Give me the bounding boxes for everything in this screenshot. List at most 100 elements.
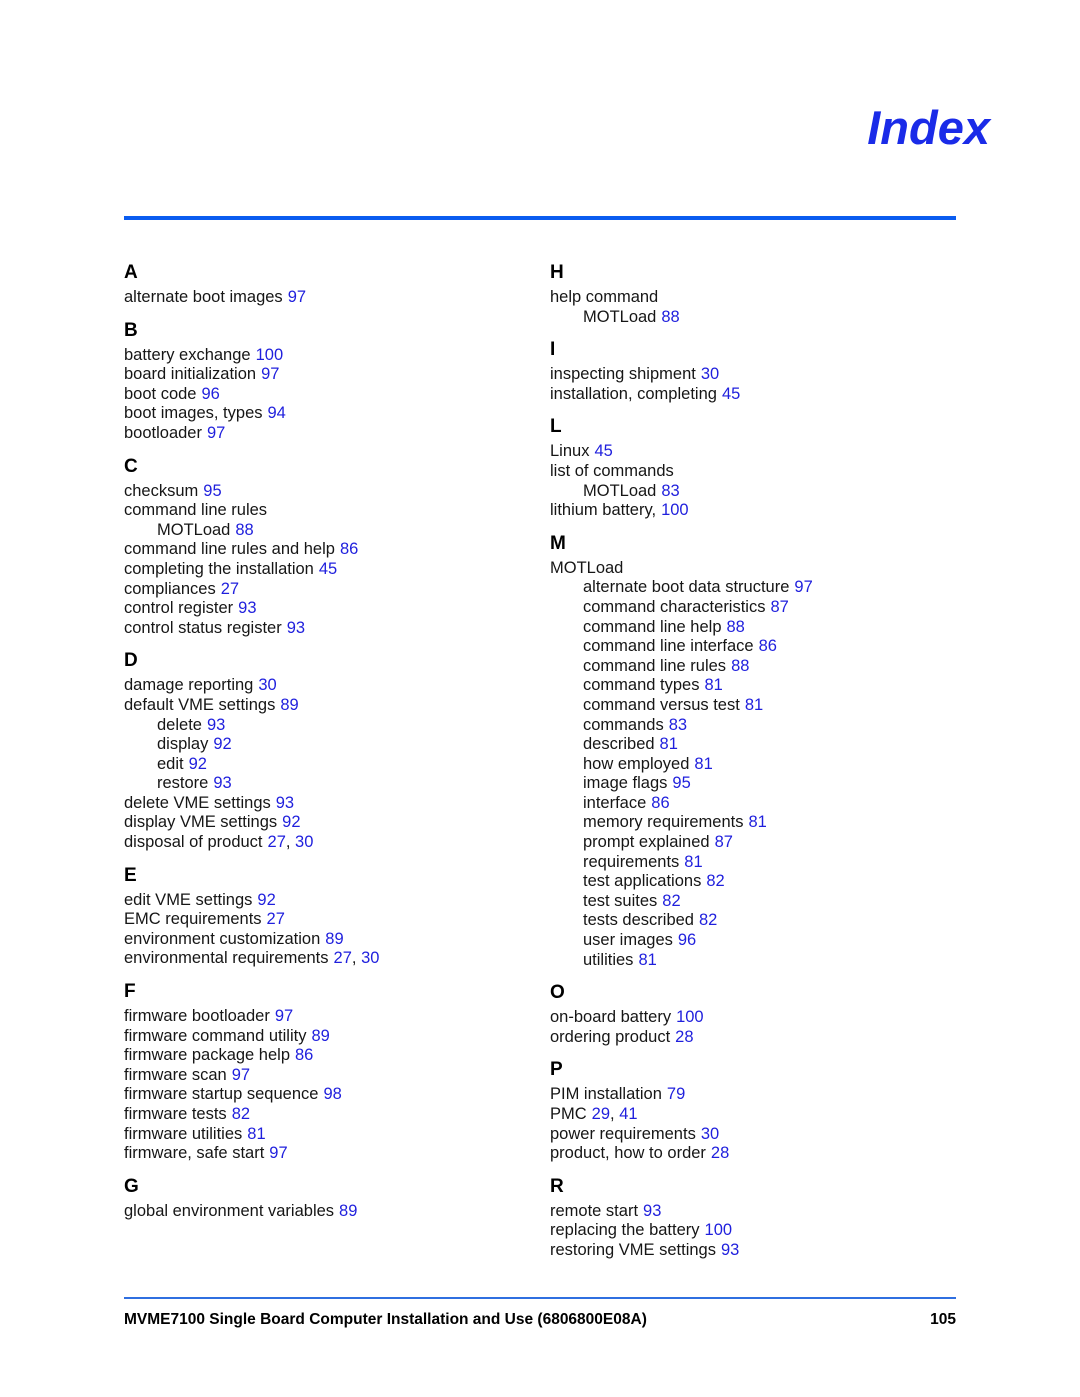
index-entry-pages[interactable]: 100 [676,1008,704,1026]
index-entry[interactable]: command line rules and help 86 [124,540,524,560]
index-entry[interactable]: installation, completing 45 [550,385,950,405]
index-entry-pages[interactable]: 95 [203,482,221,500]
index-entry-pages[interactable]: 29, 41 [592,1105,638,1123]
index-entry-pages[interactable]: 81 [694,755,712,773]
index-subentry[interactable]: display 92 [124,735,524,755]
index-entry-pages[interactable]: 81 [660,735,678,753]
index-subentry[interactable]: commands 83 [550,716,950,736]
index-entry-pages[interactable]: 87 [715,833,733,851]
index-entry-pages[interactable]: 93 [287,619,305,637]
index-entry-pages[interactable]: 96 [201,385,219,403]
index-entry-pages[interactable]: 27, 30 [268,833,314,851]
index-entry[interactable]: completing the installation 45 [124,560,524,580]
index-entry[interactable]: PMC 29, 41 [550,1105,950,1125]
index-entry-pages[interactable]: 89 [311,1027,329,1045]
index-entry-pages[interactable]: 86 [295,1046,313,1064]
index-entry-pages[interactable]: 30 [258,676,276,694]
index-entry[interactable]: replacing the battery 100 [550,1221,950,1241]
index-entry-pages[interactable]: 28 [675,1028,693,1046]
index-subentry[interactable]: image flags 95 [550,774,950,794]
index-entry-pages[interactable]: 97 [275,1007,293,1025]
index-subentry[interactable]: MOTLoad 88 [124,521,524,541]
index-entry-pages[interactable]: 89 [325,930,343,948]
index-entry-pages[interactable]: 27 [221,580,239,598]
index-entry-pages[interactable]: 27, 30 [334,949,380,967]
index-entry[interactable]: disposal of product 27, 30 [124,833,524,853]
index-entry[interactable]: firmware package help 86 [124,1046,524,1066]
index-entry[interactable]: compliances 27 [124,580,524,600]
index-subentry[interactable]: restore 93 [124,774,524,794]
index-entry[interactable]: firmware utilities 81 [124,1125,524,1145]
index-subentry[interactable]: command line rules 88 [550,657,950,677]
index-entry[interactable]: remote start 93 [550,1202,950,1222]
index-entry-pages[interactable]: 86 [340,540,358,558]
index-subentry[interactable]: requirements 81 [550,853,950,873]
index-entry-pages[interactable]: 82 [706,872,724,890]
index-entry[interactable]: board initialization 97 [124,365,524,385]
index-entry-pages[interactable]: 94 [268,404,286,422]
index-entry[interactable]: firmware bootloader 97 [124,1007,524,1027]
index-entry-pages[interactable]: 92 [282,813,300,831]
index-subentry[interactable]: alternate boot data structure 97 [550,578,950,598]
index-entry-pages[interactable]: 30 [701,1125,719,1143]
index-entry-pages[interactable]: 92 [213,735,231,753]
index-entry-pages[interactable]: 28 [711,1144,729,1162]
index-subentry[interactable]: utilities 81 [550,951,950,971]
index-entry[interactable]: help command [550,288,950,308]
index-subentry[interactable]: command types 81 [550,676,950,696]
index-entry-pages[interactable]: 97 [207,424,225,442]
index-entry-pages[interactable]: 82 [662,892,680,910]
index-entry[interactable]: checksum 95 [124,482,524,502]
index-entry-pages[interactable]: 97 [261,365,279,383]
index-entry[interactable]: restoring VME settings 93 [550,1241,950,1261]
index-subentry[interactable]: MOTLoad 83 [550,482,950,502]
index-entry[interactable]: environmental requirements 27, 30 [124,949,524,969]
index-entry-pages[interactable]: 79 [667,1085,685,1103]
index-entry-pages[interactable]: 97 [794,578,812,596]
index-entry[interactable]: battery exchange 100 [124,346,524,366]
index-entry-pages[interactable]: 88 [235,521,253,539]
index-entry-pages[interactable]: 86 [759,637,777,655]
index-entry-pages[interactable]: 100 [256,346,284,364]
index-entry-pages[interactable]: 95 [672,774,690,792]
index-subentry[interactable]: MOTLoad 88 [550,308,950,328]
index-entry-pages[interactable]: 100 [705,1221,733,1239]
index-entry-pages[interactable]: 96 [678,931,696,949]
index-entry[interactable]: display VME settings 92 [124,813,524,833]
index-entry[interactable]: firmware scan 97 [124,1066,524,1086]
index-entry-pages[interactable]: 93 [643,1202,661,1220]
index-entry[interactable]: firmware command utility 89 [124,1027,524,1047]
index-entry-pages[interactable]: 81 [638,951,656,969]
index-entry[interactable]: global environment variables 89 [124,1202,524,1222]
index-entry-pages[interactable]: 98 [323,1085,341,1103]
index-entry-pages[interactable]: 82 [232,1105,250,1123]
index-subentry[interactable]: memory requirements 81 [550,813,950,833]
index-subentry[interactable]: tests described 82 [550,911,950,931]
index-entry[interactable]: on-board battery 100 [550,1008,950,1028]
index-subentry[interactable]: how employed 81 [550,755,950,775]
index-entry[interactable]: firmware startup sequence 98 [124,1085,524,1105]
index-entry[interactable]: environment customization 89 [124,930,524,950]
index-entry-pages[interactable]: 81 [745,696,763,714]
index-entry[interactable]: bootloader 97 [124,424,524,444]
index-entry[interactable]: MOTLoad [550,559,950,579]
index-entry-pages[interactable]: 27 [267,910,285,928]
index-entry[interactable]: power requirements 30 [550,1125,950,1145]
index-subentry[interactable]: command line help 88 [550,618,950,638]
index-entry-pages[interactable]: 88 [661,308,679,326]
index-entry-pages[interactable]: 87 [770,598,788,616]
index-entry[interactable]: list of commands [550,462,950,482]
index-entry[interactable]: control register 93 [124,599,524,619]
index-subentry[interactable]: test applications 82 [550,872,950,892]
index-entry[interactable]: control status register 93 [124,619,524,639]
index-entry-pages[interactable]: 93 [238,599,256,617]
index-entry[interactable]: Linux 45 [550,442,950,462]
index-entry-pages[interactable]: 93 [721,1241,739,1259]
index-entry-pages[interactable]: 93 [213,774,231,792]
index-entry-pages[interactable]: 83 [661,482,679,500]
index-entry[interactable]: product, how to order 28 [550,1144,950,1164]
index-subentry[interactable]: delete 93 [124,716,524,736]
index-entry[interactable]: edit VME settings 92 [124,891,524,911]
index-subentry[interactable]: test suites 82 [550,892,950,912]
index-entry[interactable]: PIM installation 79 [550,1085,950,1105]
